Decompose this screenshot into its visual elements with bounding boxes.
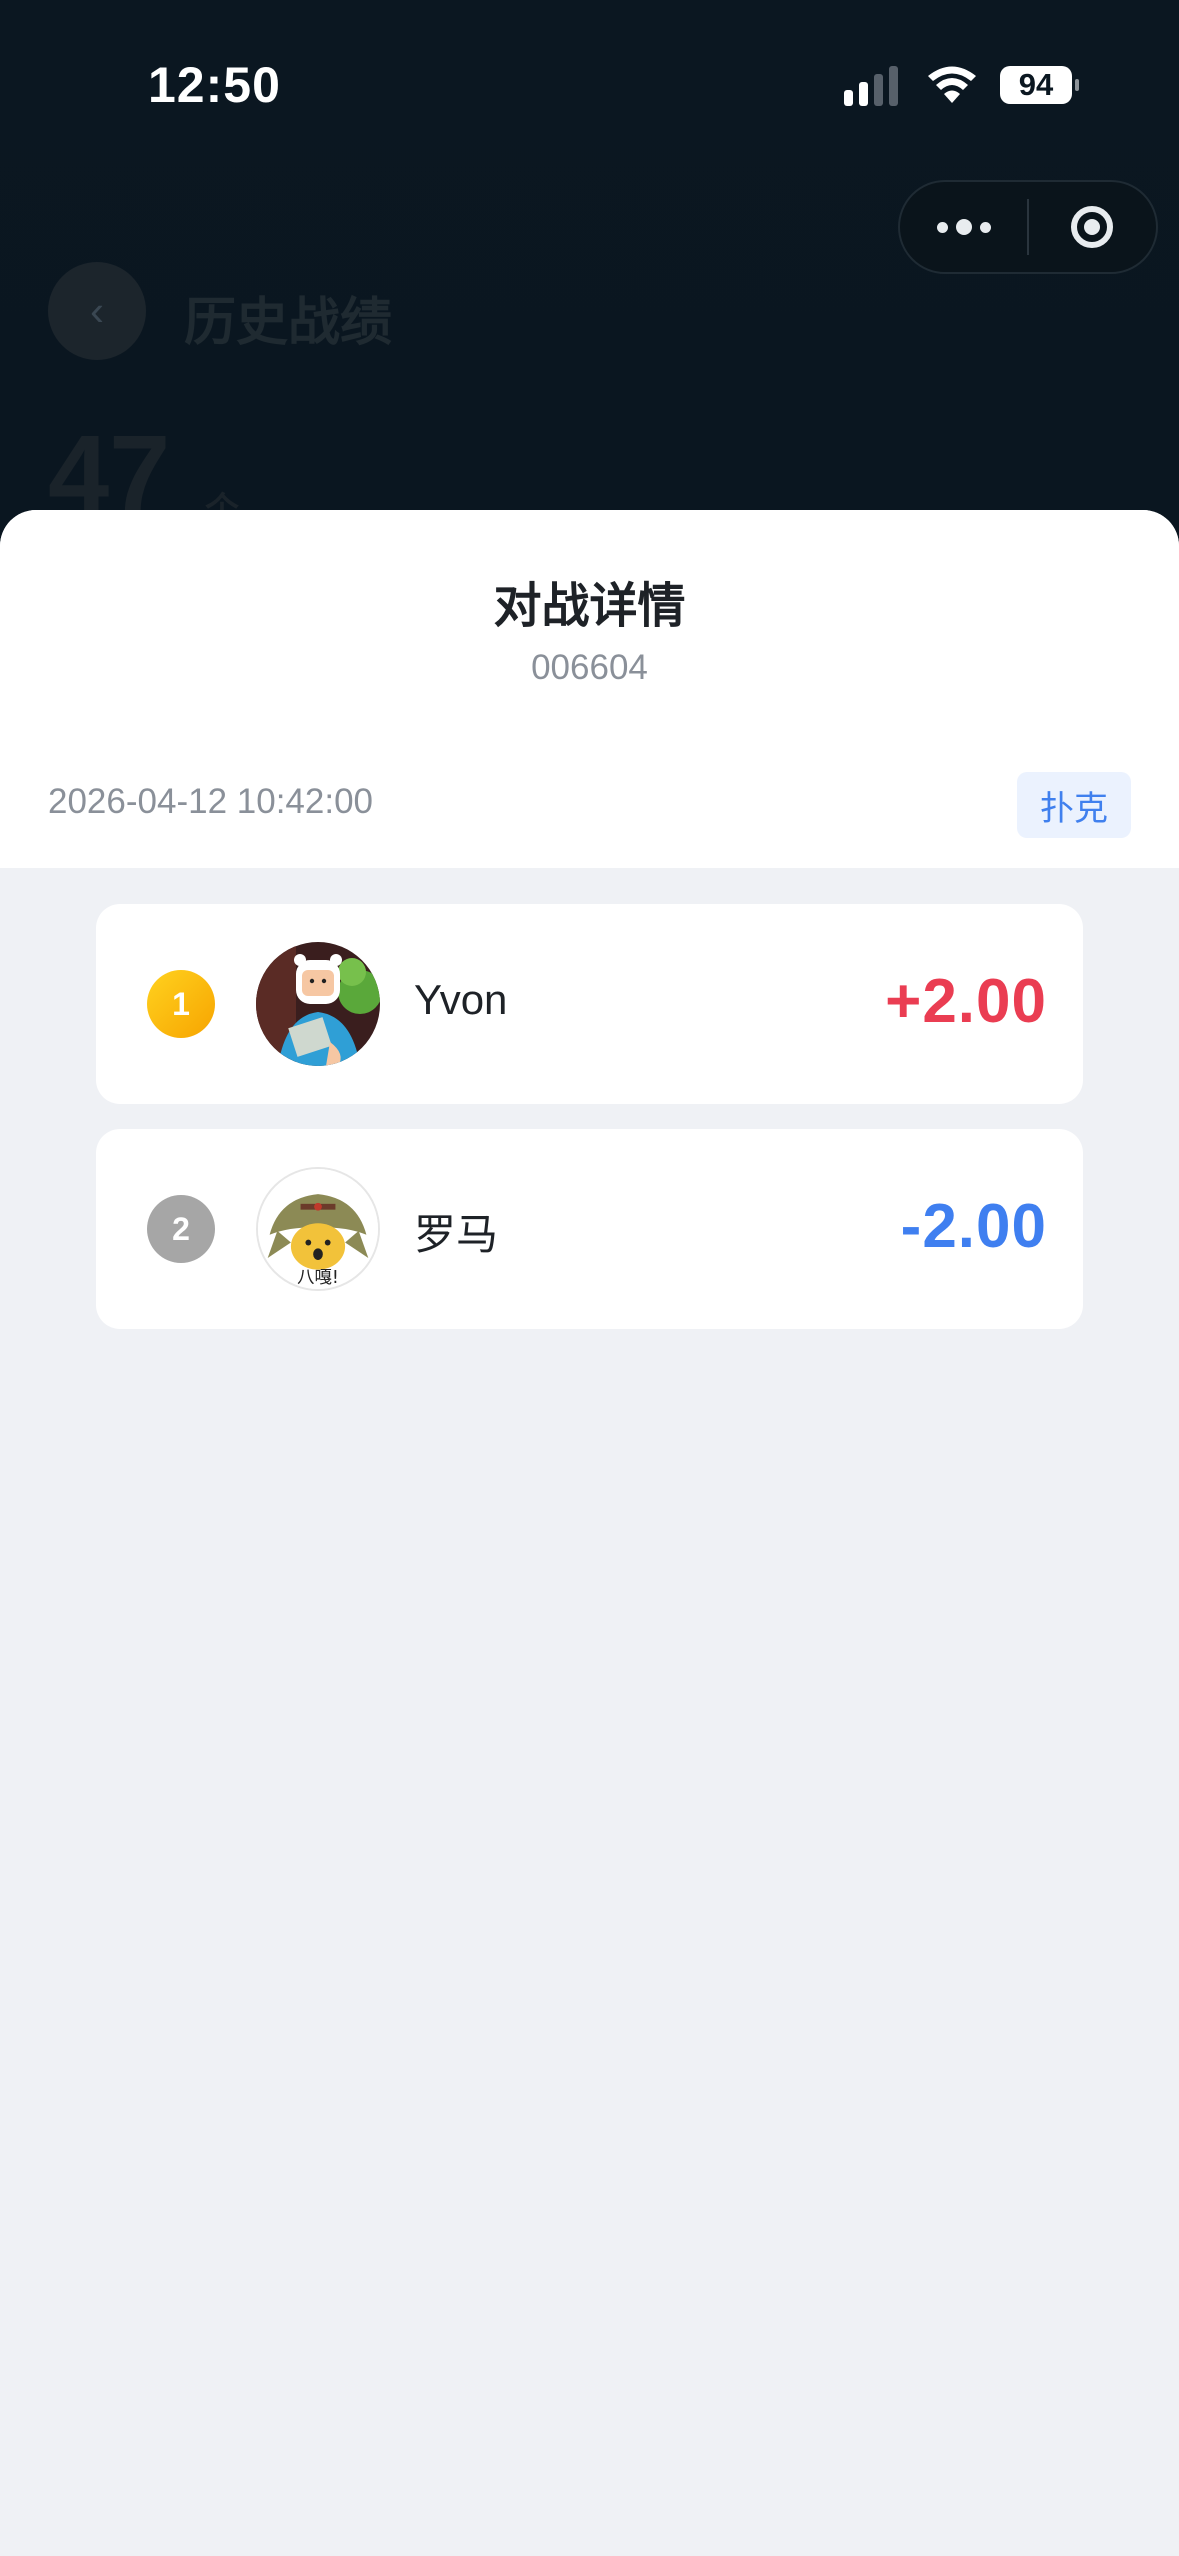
chevron-left-icon: ‹ [90, 287, 104, 334]
status-time: 12:50 [148, 57, 281, 113]
player-card[interactable]: 1 Yvon +2.00 [96, 904, 1083, 1104]
battle-datetime: 2026-04-12 10:42:00 [48, 782, 373, 821]
battery-icon: 94 [1000, 66, 1079, 104]
mini-program-capsule [898, 180, 1158, 274]
rank-badge: 1 [147, 970, 215, 1038]
more-button[interactable] [900, 182, 1027, 272]
more-dots-icon [936, 221, 948, 233]
avatar [256, 942, 380, 1066]
player-score: -2.00 [900, 1192, 1047, 1261]
player-score: +2.00 [885, 967, 1047, 1036]
back-button[interactable]: ‹ [48, 262, 146, 360]
wifi-icon [928, 66, 976, 103]
cellular-signal-icon [844, 64, 904, 106]
sheet-title: 对战详情 [493, 580, 686, 633]
page-title: 历史战绩 [184, 294, 393, 352]
player-card[interactable]: 2 八嘎! 罗马 -2.00 [96, 1129, 1083, 1329]
record-count: 47 [48, 420, 171, 512]
screen: 12:50 94 ‹ 历史战绩 47 个 对战详情 0066 [0, 0, 1179, 2556]
avatar-caption: 八嘎! [297, 1268, 339, 1288]
battle-detail-sheet: 对战详情 006604 2026-04-12 10:42:00 扑克 1 Yvo… [0, 510, 1179, 2556]
player-name: Yvon [414, 976, 508, 1023]
rank-badge: 2 [147, 1195, 215, 1263]
avatar: 八嘎! [256, 1167, 380, 1291]
sheet-header: 对战详情 006604 2026-04-12 10:42:00 扑克 [0, 510, 1179, 868]
room-code: 006604 [531, 648, 648, 687]
player-name: 罗马 [414, 1211, 499, 1258]
close-circle-icon [1071, 206, 1114, 248]
close-mini-program-button[interactable] [1029, 182, 1156, 272]
game-type-tag: 扑克 [1017, 772, 1131, 838]
battery-level: 94 [1000, 66, 1072, 104]
cartoon-boy-reading-avatar [256, 942, 380, 1066]
shiba-dog-soldier-hat-avatar: 八嘎! [258, 1169, 378, 1289]
status-icons: 94 [844, 64, 1079, 106]
